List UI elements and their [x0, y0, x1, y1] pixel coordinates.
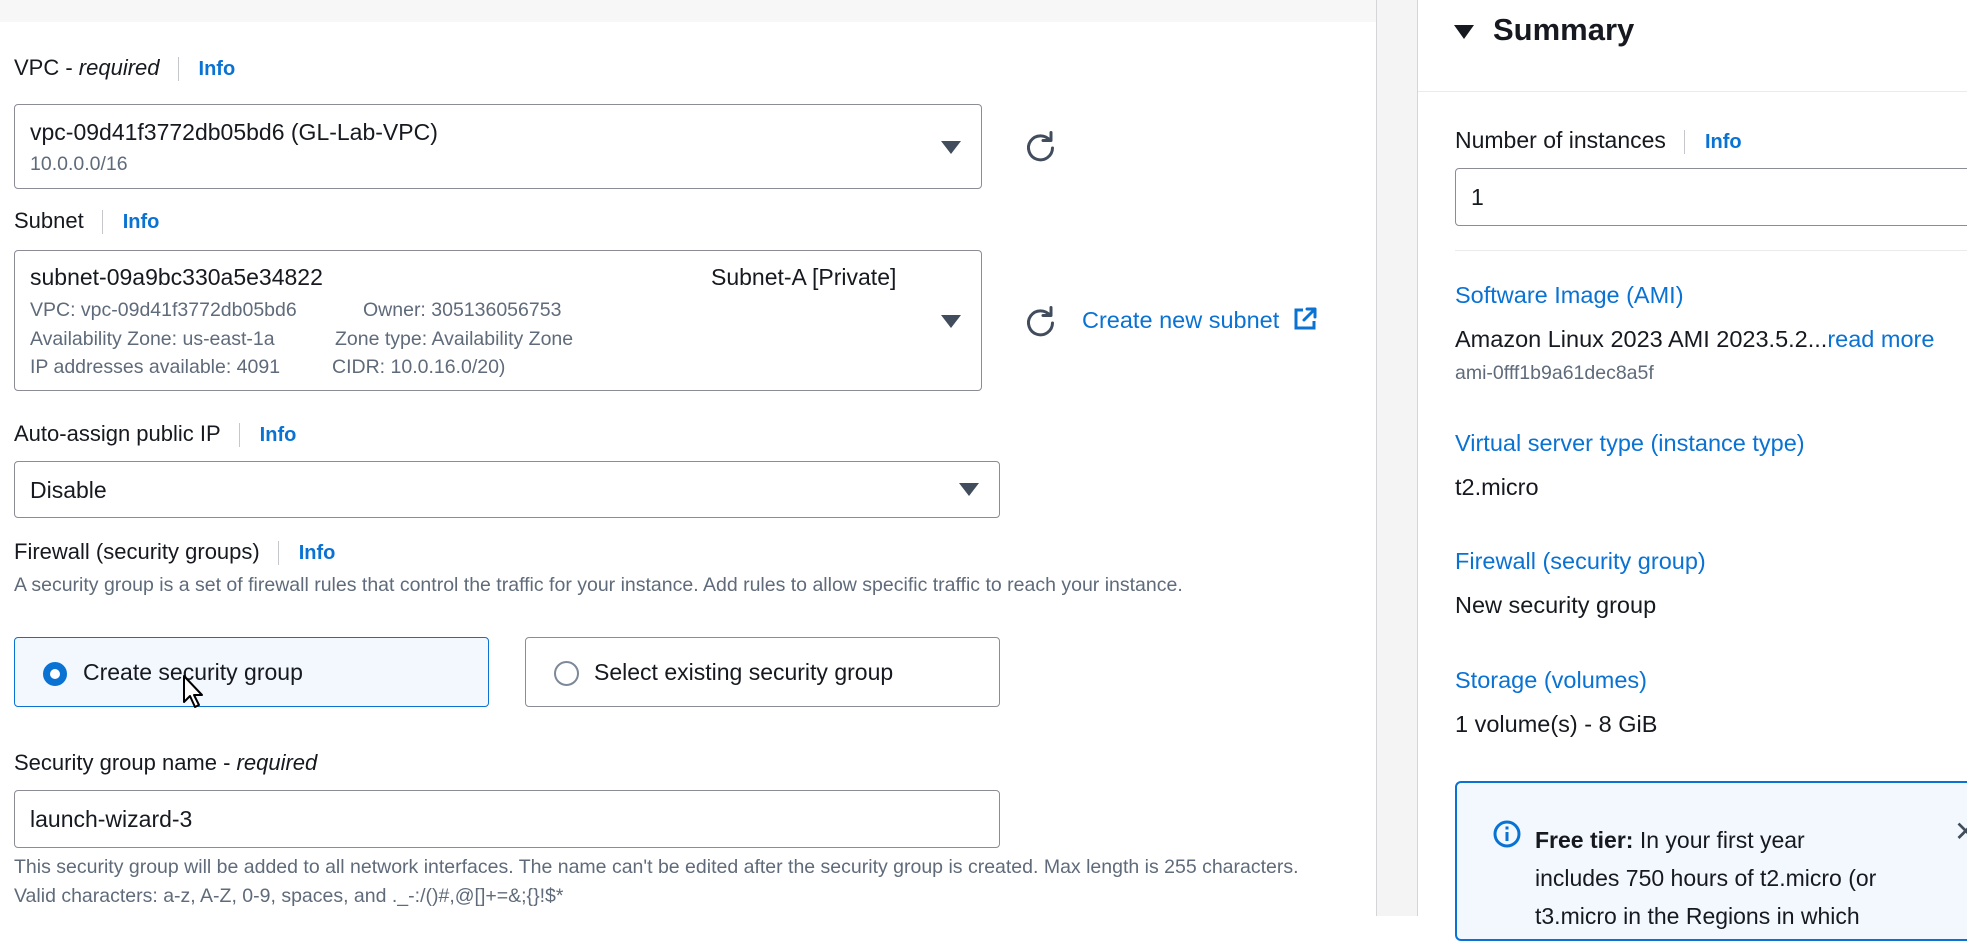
caret-down-icon — [1454, 25, 1474, 39]
instances-label: Number of instances Info — [1455, 127, 1742, 154]
firewall-description: A security group is a set of firewall ru… — [14, 574, 1183, 596]
refresh-subnet-button[interactable] — [1024, 304, 1058, 338]
ami-read-more-link[interactable]: read more — [1827, 326, 1934, 352]
chevron-down-icon — [941, 141, 961, 154]
subnet-tag: Subnet-A [Private] — [711, 264, 897, 290]
subnet-zone-type-detail: Zone type: Availability Zone — [335, 328, 574, 350]
subnet-vpc-detail: VPC: vpc-09d41f3772db05bd6 — [30, 299, 297, 321]
subnet-label: Subnet Info — [14, 208, 160, 235]
sg-name-label: Security group name - required — [14, 750, 318, 775]
refresh-icon — [1027, 131, 1054, 162]
summary-divider — [1455, 250, 1967, 251]
close-icon[interactable]: ✕ — [1954, 815, 1967, 848]
ami-value: Amazon Linux 2023 AMI 2023.5.2...read mo… — [1455, 326, 1935, 352]
firewall-summary-link[interactable]: Firewall (security group) — [1455, 548, 1706, 575]
mouse-cursor-icon — [183, 675, 203, 708]
subnet-selected-value: subnet-09a9bc330a5e34822 — [30, 264, 323, 290]
storage-link[interactable]: Storage (volumes) — [1455, 667, 1647, 694]
subnet-info-link[interactable]: Info — [123, 211, 160, 233]
sg-name-value: launch-wizard-3 — [30, 806, 193, 832]
summary-header[interactable]: Summary — [1418, 0, 1967, 92]
vpc-selected-value: vpc-09d41f3772db05bd6 (GL-Lab-VPC) — [30, 119, 438, 145]
select-existing-security-group-option[interactable]: Select existing security group — [525, 637, 1000, 707]
subnet-ip-detail: IP addresses available: 4091 — [30, 356, 281, 378]
radio-selected[interactable] — [43, 662, 67, 686]
external-link-icon — [1294, 307, 1317, 330]
vpc-label: VPC - required Info — [14, 55, 236, 82]
free-tier-alert: Free tier: In your first year includes 7… — [1455, 781, 1967, 941]
free-tier-line-3: t3.micro in the Regions in which — [1535, 903, 1860, 929]
info-icon — [1493, 820, 1521, 848]
chevron-down-icon — [959, 483, 979, 496]
instances-info-link[interactable]: Info — [1705, 131, 1742, 153]
auto-assign-info-link[interactable]: Info — [260, 424, 297, 446]
vpc-select[interactable]: vpc-09d41f3772db05bd6 (GL-Lab-VPC) 10.0.… — [14, 104, 982, 189]
create-security-group-option[interactable]: Create security group — [14, 637, 489, 707]
free-tier-text: Free tier: In your first year includes 7… — [1535, 821, 1876, 935]
subnet-cidr-detail: CIDR: 10.0.16.0/20) — [332, 356, 506, 378]
sg-name-help: This security group will be added to all… — [14, 856, 1299, 907]
radio-unselected[interactable] — [554, 661, 579, 686]
auto-assign-select[interactable]: Disable — [14, 461, 1000, 518]
ami-link[interactable]: Software Image (AMI) — [1455, 282, 1684, 309]
refresh-vpc-button[interactable] — [1024, 129, 1058, 163]
auto-assign-value: Disable — [30, 477, 107, 503]
summary-title: Summary — [1493, 12, 1635, 47]
instances-value: 1 — [1471, 184, 1484, 210]
instances-input[interactable]: 1 — [1455, 168, 1967, 226]
subnet-select[interactable]: subnet-09a9bc330a5e34822 Subnet-A [Priva… — [14, 250, 982, 391]
auto-assign-label: Auto-assign public IP Info — [14, 421, 297, 448]
create-new-subnet-link[interactable]: Create new subnet — [1082, 306, 1318, 334]
sg-name-input[interactable]: launch-wizard-3 — [14, 790, 1000, 848]
firewall-info-link[interactable]: Info — [299, 542, 336, 564]
refresh-icon — [1027, 306, 1054, 337]
subnet-owner-detail: Owner: 305136056753 — [363, 299, 562, 321]
ami-id: ami-0fff1b9a61dec8a5f — [1455, 362, 1654, 384]
instance-type-value: t2.micro — [1455, 474, 1539, 500]
free-tier-line-2: includes 750 hours of t2.micro (or — [1535, 865, 1877, 891]
instance-type-link[interactable]: Virtual server type (instance type) — [1455, 430, 1805, 457]
vpc-cidr: 10.0.0.0/16 — [30, 153, 128, 175]
panel-gap — [1376, 0, 1418, 916]
vpc-info-link[interactable]: Info — [199, 58, 236, 80]
firewall-summary-value: New security group — [1455, 592, 1657, 618]
free-tier-line-1: Free tier: In your first year — [1535, 827, 1805, 853]
firewall-label: Firewall (security groups) Info — [14, 539, 336, 566]
select-existing-security-group-label: Select existing security group — [594, 659, 894, 685]
subnet-az-detail: Availability Zone: us-east-1a — [30, 328, 275, 350]
top-strip — [0, 0, 1378, 22]
chevron-down-icon — [941, 315, 961, 328]
storage-value: 1 volume(s) - 8 GiB — [1455, 711, 1658, 737]
